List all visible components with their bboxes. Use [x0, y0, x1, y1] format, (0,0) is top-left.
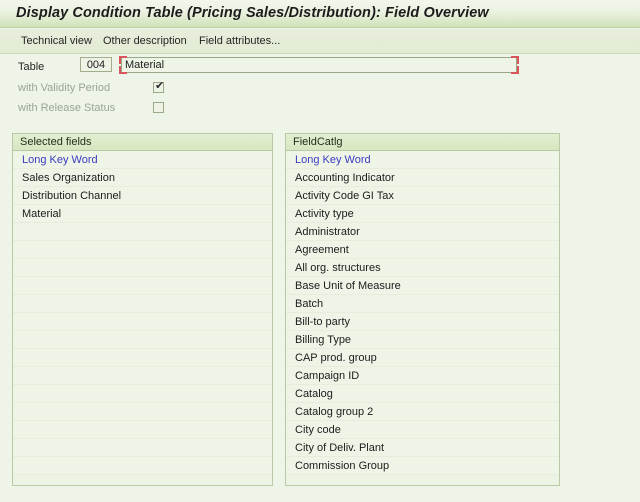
list-item[interactable]: Billing Type [286, 331, 559, 349]
list-item-empty[interactable] [13, 367, 272, 385]
list-item-empty[interactable] [13, 331, 272, 349]
list-item[interactable]: CAP prod. group [286, 349, 559, 367]
field-catalog-panel: FieldCatlg Long Key Word Accounting Indic… [285, 133, 560, 486]
with-validity-period-checkbox[interactable]: ✔ [153, 80, 165, 93]
with-release-status-label: with Release Status [18, 102, 116, 114]
list-item-empty[interactable] [13, 349, 272, 367]
table-code-field[interactable]: 004 [80, 57, 112, 72]
field-catalog-header: FieldCatlg [286, 134, 559, 151]
list-item[interactable]: Activity type [286, 205, 559, 223]
with-release-status-checkbox[interactable] [153, 102, 164, 113]
list-item[interactable]: Commission Group [286, 457, 559, 475]
selected-fields-panel: Selected fields Long Key Word Sales Organ… [12, 133, 273, 486]
list-item[interactable]: Batch [286, 295, 559, 313]
table-name-field-wrapper [119, 56, 519, 74]
selected-fields-list[interactable]: Long Key Word Sales Organization Distribut… [13, 151, 272, 475]
list-item[interactable]: Distribution Channel [13, 187, 272, 205]
focus-bracket-bottom-right-icon [511, 66, 519, 74]
list-item[interactable]: Activity Code GI Tax [286, 187, 559, 205]
list-item[interactable]: All org. structures [286, 259, 559, 277]
table-name-input[interactable] [121, 57, 517, 73]
list-item-empty[interactable] [13, 385, 272, 403]
field-catalog-list[interactable]: Long Key Word Accounting Indicator Activit… [286, 151, 559, 475]
list-column-header[interactable]: Long Key Word [13, 151, 272, 169]
other-description-button[interactable]: Other description [100, 33, 190, 50]
with-validity-period-label: with Validity Period [18, 82, 111, 94]
technical-view-button[interactable]: Technical view [18, 33, 95, 50]
list-item[interactable]: Catalog group 2 [286, 403, 559, 421]
list-item[interactable]: Sales Organization [13, 169, 272, 187]
list-item-empty[interactable] [13, 295, 272, 313]
list-item[interactable]: Catalog [286, 385, 559, 403]
selected-fields-header: Selected fields [13, 134, 272, 151]
list-item[interactable]: Material [13, 205, 272, 223]
table-label: Table [18, 61, 45, 73]
toolbar: Technical view Other description Field a… [0, 29, 640, 54]
list-item[interactable]: Accounting Indicator [286, 169, 559, 187]
list-item[interactable]: Base Unit of Measure [286, 277, 559, 295]
page-title: Display Condition Table (Pricing Sales/D… [16, 5, 489, 21]
list-item-empty[interactable] [13, 259, 272, 277]
list-item[interactable]: Campaign ID [286, 367, 559, 385]
list-item-empty[interactable] [13, 223, 272, 241]
checkmark-icon: ✔ [155, 80, 165, 92]
list-item[interactable]: Agreement [286, 241, 559, 259]
list-column-header[interactable]: Long Key Word [286, 151, 559, 169]
list-item[interactable]: City of Deliv. Plant [286, 439, 559, 457]
list-item[interactable]: Administrator [286, 223, 559, 241]
list-item-empty[interactable] [13, 403, 272, 421]
window-title-bar: Display Condition Table (Pricing Sales/D… [0, 0, 640, 28]
list-item-empty[interactable] [13, 421, 272, 439]
focus-bracket-top-right-icon [511, 56, 519, 64]
list-item[interactable]: City code [286, 421, 559, 439]
list-item-empty[interactable] [13, 313, 272, 331]
list-item-empty[interactable] [13, 277, 272, 295]
list-item-empty[interactable] [13, 457, 272, 475]
field-attributes-button[interactable]: Field attributes... [196, 33, 283, 50]
focus-bracket-bottom-left-icon [119, 66, 127, 74]
form-area: Table 004 with Validity Period ✔ with Re… [0, 55, 640, 125]
list-item[interactable]: Bill-to party [286, 313, 559, 331]
list-item-empty[interactable] [13, 241, 272, 259]
focus-bracket-top-left-icon [119, 56, 127, 64]
list-item-empty[interactable] [13, 439, 272, 457]
